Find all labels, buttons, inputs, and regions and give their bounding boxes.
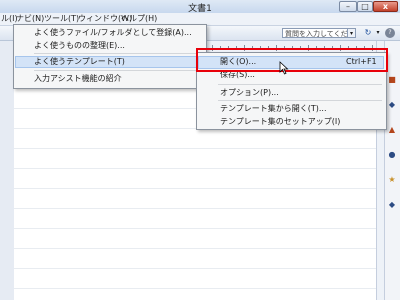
text-line [14,288,376,289]
rp-link-icon[interactable]: ● [387,150,397,160]
chevron-down-icon[interactable]: ▾ [375,28,381,38]
text-line [14,168,376,169]
refresh-icon[interactable]: ↻ [361,28,375,38]
rp-star-icon[interactable]: ★ [387,175,397,185]
menu-separator [34,70,202,71]
text-line [14,188,376,189]
rp-tool-icon[interactable]: ▲ [387,125,397,135]
maximize-button[interactable]: □ [357,1,373,12]
submenu-setup-collection[interactable]: テンプレート集のセットアップ(I) [198,116,384,128]
rp-page-icon[interactable]: ■ [387,75,397,85]
menu-register-favorite[interactable]: よく使うファイル/フォルダとして登録(A)... [15,27,205,39]
submenu-options[interactable]: オプション(P)... [198,87,384,99]
annotation-highlight-box [196,48,388,72]
menu-input-assist-intro[interactable]: 入力アシスト機能の紹介 [15,73,205,85]
mouse-cursor-icon [279,61,289,75]
menu-separator [218,100,382,101]
minimize-button[interactable]: – [339,1,357,12]
menu-organize-favorites[interactable]: よく使うものの整理(E)... [15,40,205,52]
text-line [14,208,376,209]
close-button[interactable]: x [373,1,398,12]
text-line [14,148,376,149]
menu-favorite-templates[interactable]: よく使うテンプレート(T) [15,56,205,68]
help-button[interactable]: ? [385,28,395,38]
text-line [14,268,376,269]
submenu-open-from-collection[interactable]: テンプレート集から開く(T)... [198,103,384,115]
text-line [14,228,376,229]
rp-search-icon[interactable]: ◆ [387,100,397,110]
menu-separator [218,84,382,85]
help-search-dropdown[interactable]: ▾ [348,28,356,38]
menu-separator [34,53,202,54]
rp-note-icon[interactable]: ◆ [387,200,397,210]
text-line [14,248,376,249]
help-search-input[interactable]: 質問を入力してください [282,28,348,38]
